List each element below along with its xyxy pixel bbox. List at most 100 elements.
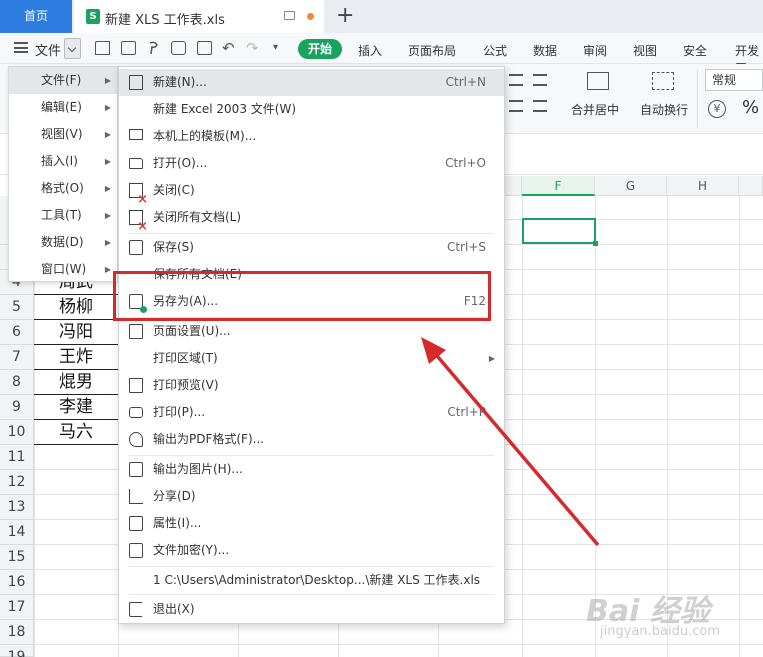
row-header[interactable]: 6 [0,320,34,345]
menu-item-label: 文件加密(Y)... [153,543,230,557]
indent-icon[interactable] [533,74,547,86]
row-header[interactable]: 18 [0,620,34,645]
row-header[interactable]: 12 [0,470,34,495]
menu-item-new[interactable]: 新建(N)... Ctrl+N [119,69,504,96]
column-header-h[interactable]: H [667,176,739,196]
tab-security[interactable]: 安全 [683,42,707,59]
menu-item-print-area[interactable]: 打印区域(T) ▶ [119,345,504,372]
print-preview-icon[interactable] [197,41,212,55]
menu-item-label: 本机上的模板(M)... [153,129,257,143]
submenu-arrow-icon: ▶ [104,103,111,112]
row-header[interactable]: 13 [0,495,34,520]
new-tab-button[interactable]: + [336,4,354,28]
quick-access-more-icon[interactable]: ▾ [273,41,288,55]
column-header-g[interactable]: G [595,176,667,196]
row-header[interactable]: 9 [0,395,34,420]
menu-item-label: 保存(S) [153,240,194,254]
name-cell[interactable]: 冯阳 [34,320,118,345]
percent-icon[interactable]: % [742,97,759,118]
menu-shortcut: Ctrl+S [446,240,486,254]
tab-review[interactable]: 审阅 [583,42,607,59]
menu-item-encrypt[interactable]: 文件加密(Y)... [119,537,504,564]
selected-cell[interactable] [522,218,598,246]
row-header[interactable]: 15 [0,545,34,570]
menu-item-page-setup[interactable]: 页面设置(U)... [119,318,504,345]
menu-item-save[interactable]: 保存(S) Ctrl+S [119,234,504,261]
menu-item-print-preview[interactable]: 打印预览(V) [119,372,504,399]
menu-item-window[interactable]: 窗口(W) ▶ [9,256,117,283]
row-header[interactable]: 17 [0,595,34,620]
home-tab[interactable]: 首页 [0,0,72,33]
row-header[interactable]: 5 [0,295,34,320]
merge-center-icon[interactable] [587,72,609,90]
name-cell[interactable]: 马六 [34,420,118,445]
menu-item-export-image[interactable]: 输出为图片(H)... [119,456,504,483]
name-cell[interactable]: 焜男 [34,370,118,395]
menu-item-print[interactable]: 打印(P)... Ctrl+P [119,399,504,426]
menu-item-open[interactable]: 打开(O)... Ctrl+O [119,150,504,177]
menu-item-exit[interactable]: 退出(X) [119,596,504,623]
redo-icon[interactable]: ↷ [246,41,261,56]
monitor-icon[interactable] [284,11,295,20]
save-icon[interactable] [121,41,136,55]
classic-menu-list: 文件(F) ▶ 编辑(E) ▶ 视图(V) ▶ 插入(I) ▶ 格式(O) ▶ 工具(T)… [8,66,118,282]
menu-item-new-excel-2003[interactable]: 新建 Excel 2003 文件(W) [119,96,504,123]
menu-item-share[interactable]: 分享(D) [119,483,504,510]
tab-formula[interactable]: 公式 [483,42,507,59]
undo-icon[interactable]: ↶ [222,41,237,56]
submenu-arrow-icon: ▶ [104,211,111,220]
align-justify-icon[interactable] [509,100,523,112]
align-left-icon[interactable] [509,74,523,86]
format-painter-icon[interactable] [147,41,162,55]
row-header[interactable]: 10 [0,420,34,445]
row-header[interactable]: 19 [0,645,34,657]
name-cell[interactable]: 杨柳 [34,295,118,320]
menu-item-format[interactable]: 格式(O) ▶ [9,175,117,202]
menu-item-export-pdf[interactable]: 输出为PDF格式(F)... [119,426,504,453]
tab-page-layout[interactable]: 页面布局 [408,42,456,59]
menu-item-data[interactable]: 数据(D) ▶ [9,229,117,256]
row-header[interactable]: 14 [0,520,34,545]
menu-item-label: 分享(D) [153,489,196,503]
menu-item-recent-file[interactable]: 1 C:\Users\Administrator\Desktop...\新建 X… [119,567,504,594]
name-cell[interactable]: 王炸 [34,345,118,370]
print-icon[interactable] [171,41,186,55]
menu-item-label: 新建 Excel 2003 文件(W) [153,102,296,116]
file-menu-dropdown: 新建(N)... Ctrl+N 新建 Excel 2003 文件(W) 本机上的… [118,66,505,624]
number-format-select[interactable]: 常规 [705,69,763,91]
name-cell[interactable]: 李建 [34,395,118,420]
currency-icon[interactable]: ¥ [708,100,726,118]
row-header[interactable]: 11 [0,445,34,470]
menu-item-edit[interactable]: 编辑(E) ▶ [9,94,117,121]
submenu-arrow-icon: ▶ [104,76,111,85]
tab-insert[interactable]: 插入 [358,42,382,59]
distributed-icon[interactable] [533,100,547,112]
wrap-text-button[interactable]: 自动换行 [640,101,688,118]
file-dropdown-toggle[interactable] [64,38,81,59]
merge-center-button[interactable]: 合并居中 [571,101,619,118]
tab-start[interactable]: 开始 [298,39,342,59]
column-header-f[interactable]: F [522,176,595,196]
column-header-i[interactable] [739,176,763,196]
wrap-text-icon[interactable] [652,72,674,90]
menu-item-label: 数据(D) [41,235,84,249]
menu-item-view[interactable]: 视图(V) ▶ [9,121,117,148]
menu-item-properties[interactable]: 属性(I)... [119,510,504,537]
tab-view[interactable]: 视图 [633,42,657,59]
file-menu-button[interactable]: 文件 [35,40,61,59]
row-header[interactable]: 8 [0,370,34,395]
menu-item-tools[interactable]: 工具(T) ▶ [9,202,117,229]
menu-item-insert[interactable]: 插入(I) ▶ [9,148,117,175]
menu-item-local-templates[interactable]: 本机上的模板(M)... [119,123,504,150]
menu-item-close-all[interactable]: 关闭所有文档(L) [119,204,504,233]
open-folder-icon[interactable] [95,41,110,55]
title-bar: 首页 S 新建 XLS 工作表.xls + [0,0,763,33]
menu-item-close[interactable]: 关闭(C) [119,177,504,206]
hamburger-menu-icon[interactable] [14,42,28,53]
document-tab[interactable]: S 新建 XLS 工作表.xls [74,0,324,33]
row-header[interactable]: 16 [0,570,34,595]
menu-item-file[interactable]: 文件(F) ▶ [9,67,117,94]
close-doc-icon [129,183,148,206]
tab-data[interactable]: 数据 [533,42,557,59]
row-header[interactable]: 7 [0,345,34,370]
